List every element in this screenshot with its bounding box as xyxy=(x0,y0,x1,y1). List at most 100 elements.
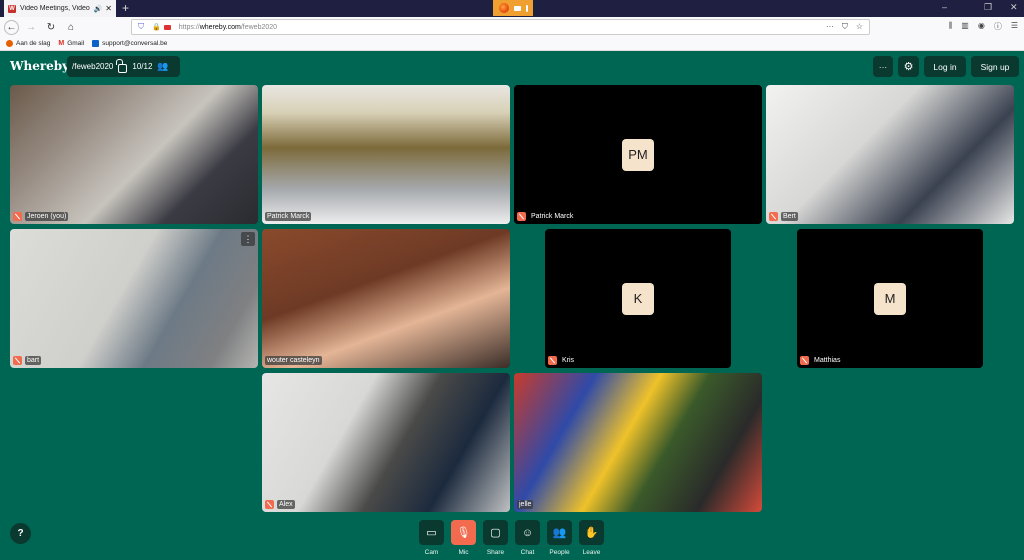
page-actions-icon[interactable]: ··· xyxy=(826,22,834,32)
bookmark-gmail[interactable]: M Gmail xyxy=(58,40,84,47)
mic-sharing-icon xyxy=(525,4,528,12)
unlocked-icon[interactable] xyxy=(116,58,128,73)
bookmark-label: Aan de slag xyxy=(16,40,51,47)
tracking-shield-icon[interactable]: ⛉ xyxy=(138,22,144,32)
avatar-tile[interactable]: K Kris xyxy=(545,229,731,368)
participant-name-label: Patrick Marck xyxy=(517,212,575,221)
people-icon[interactable]: 👥 xyxy=(547,520,572,545)
app-header: Whereby /feweb2020 10/12 👥 ··· ⚙ Log in … xyxy=(0,51,1024,81)
gmail-icon: M xyxy=(58,40,65,47)
participant-name: jelle xyxy=(517,500,534,509)
participant-name-label: bart xyxy=(13,356,42,365)
camera-icon[interactable]: ▭ xyxy=(419,520,444,545)
bookmark-star-icon[interactable]: ☆ xyxy=(856,22,863,32)
mic-muted-icon xyxy=(517,212,526,221)
tab-title: Video Meetings, Video Con xyxy=(20,5,91,12)
home-button[interactable]: ⌂ xyxy=(63,19,79,35)
sharing-indicator[interactable] xyxy=(493,0,533,16)
toolbar-label: Leave xyxy=(582,549,601,556)
toolbar-label: Share xyxy=(486,549,505,556)
camera-sharing-icon xyxy=(513,5,521,11)
wave-hand-icon[interactable]: ✋ xyxy=(579,520,604,545)
mic-muted-icon xyxy=(13,212,22,221)
leave-button[interactable]: ✋ Leave xyxy=(579,520,604,556)
participant-name: bart xyxy=(25,356,42,365)
help-button[interactable]: ? xyxy=(10,523,31,544)
bookmark-aan-de-slag[interactable]: Aan de slag xyxy=(6,40,50,47)
browser-tab[interactable]: W Video Meetings, Video Con 🔊 ✕ xyxy=(4,0,116,17)
video-tile[interactable]: Alex xyxy=(262,373,510,512)
mic-muted-icon xyxy=(13,356,22,365)
pocket-icon[interactable]: ⛉ xyxy=(842,22,848,32)
participant-initials-avatar: M xyxy=(874,282,906,315)
speaker-icon[interactable]: 🔊 xyxy=(94,5,103,13)
chat-icon[interactable]: ☺ xyxy=(515,520,540,545)
participant-name-label: Alex xyxy=(265,500,295,509)
camera-permission-icon[interactable] xyxy=(163,24,171,30)
video-tile[interactable]: wouter casteleyn xyxy=(262,229,510,368)
video-tile[interactable]: Bert xyxy=(766,85,1014,224)
url-bar[interactable]: ⛉ 🔒 https:// whereby.com /feweb2020 ··· … xyxy=(131,19,870,35)
participant-name: Patrick Marck xyxy=(531,213,574,220)
bookmark-support[interactable]: support@conversal.be xyxy=(92,40,167,47)
chat-button[interactable]: ☺ Chat xyxy=(515,520,540,556)
participant-initials-avatar: K xyxy=(622,282,654,315)
minimize-button[interactable]: – xyxy=(942,2,947,12)
close-window-button[interactable]: ✕ xyxy=(1010,2,1018,13)
mic-muted-icon xyxy=(548,356,557,365)
toolbar-label: People xyxy=(549,549,570,556)
restore-button[interactable]: ❐ xyxy=(984,2,992,13)
call-toolbar: ▭ Cam 🎙 Mic ▢ Share ☺ Chat 👥 People ✋ Leave xyxy=(419,520,604,556)
url-domain: whereby.com xyxy=(199,23,241,31)
avatar-tile[interactable]: PM Patrick Marck xyxy=(514,85,762,224)
library-icon[interactable]: ⫼ xyxy=(949,21,953,32)
signup-button[interactable]: Sign up xyxy=(971,56,1019,77)
toolbar-label: Chat xyxy=(520,549,535,556)
bookmark-label: Gmail xyxy=(67,40,85,47)
browser-tab-strip: W Video Meetings, Video Con 🔊 ✕ + – ❐ ✕ xyxy=(0,0,1024,17)
screen-share-icon[interactable]: ▢ xyxy=(483,520,508,545)
more-options-button[interactable]: ··· xyxy=(873,56,893,77)
avatar-tile[interactable]: M Matthias xyxy=(797,229,983,368)
lock-icon[interactable]: 🔒 xyxy=(152,23,161,31)
settings-gear-icon[interactable]: ⚙ xyxy=(898,56,919,77)
navigation-bar: ← → ↻ ⌂ ⛉ 🔒 https:// whereby.com /feweb2… xyxy=(0,17,1024,37)
tile-menu-icon[interactable]: ⋮ xyxy=(241,232,255,246)
share-button[interactable]: ▢ Share xyxy=(483,520,508,556)
mic-muted-icon xyxy=(800,356,809,365)
people-button[interactable]: 👥 People xyxy=(547,520,572,556)
toolbar-label: Cam xyxy=(424,549,439,556)
participant-name: Matthias xyxy=(814,357,841,364)
video-tile[interactable]: Jeroen (you) xyxy=(10,85,258,224)
cam-button[interactable]: ▭ Cam xyxy=(419,520,444,556)
firefox-icon xyxy=(6,40,13,47)
participant-name: Kris xyxy=(562,357,575,364)
menu-icon[interactable]: ☰ xyxy=(1011,21,1018,32)
participant-name-label: Kris xyxy=(548,356,576,365)
room-info-pill[interactable]: /feweb2020 10/12 👥 xyxy=(67,56,180,77)
bookmarks-bar: Aan de slag M Gmail support@conversal.be xyxy=(0,37,1024,51)
new-tab-button[interactable]: + xyxy=(122,1,129,15)
login-button[interactable]: Log in xyxy=(924,56,966,77)
extension-icon[interactable]: ⓘ xyxy=(994,21,1002,32)
whereby-logo[interactable]: Whereby xyxy=(10,59,69,73)
video-tile[interactable]: jelle xyxy=(514,373,762,512)
participant-initials-avatar: PM xyxy=(622,138,654,171)
url-scheme: https:// xyxy=(178,23,200,31)
reload-button[interactable]: ↻ xyxy=(43,19,59,35)
mic-muted-icon[interactable]: 🎙 xyxy=(451,520,476,545)
close-tab-icon[interactable]: ✕ xyxy=(105,4,112,13)
sidebar-icon[interactable]: ▥ xyxy=(961,21,969,32)
mic-muted-icon xyxy=(265,500,274,509)
account-icon[interactable]: ◉ xyxy=(978,21,985,32)
video-tile[interactable]: ⋮ bart xyxy=(10,229,258,368)
participant-name: Jeroen (you) xyxy=(25,212,69,221)
mic-button[interactable]: 🎙 Mic xyxy=(451,520,476,556)
firefox-icon xyxy=(498,3,509,13)
toolbar-label: Mic xyxy=(458,549,469,556)
participant-name-label: Bert xyxy=(769,212,798,221)
forward-button[interactable]: → xyxy=(23,19,39,35)
participant-name: Bert xyxy=(781,212,798,221)
back-button[interactable]: ← xyxy=(4,19,19,35)
video-tile[interactable]: Patrick Marck xyxy=(262,85,510,224)
